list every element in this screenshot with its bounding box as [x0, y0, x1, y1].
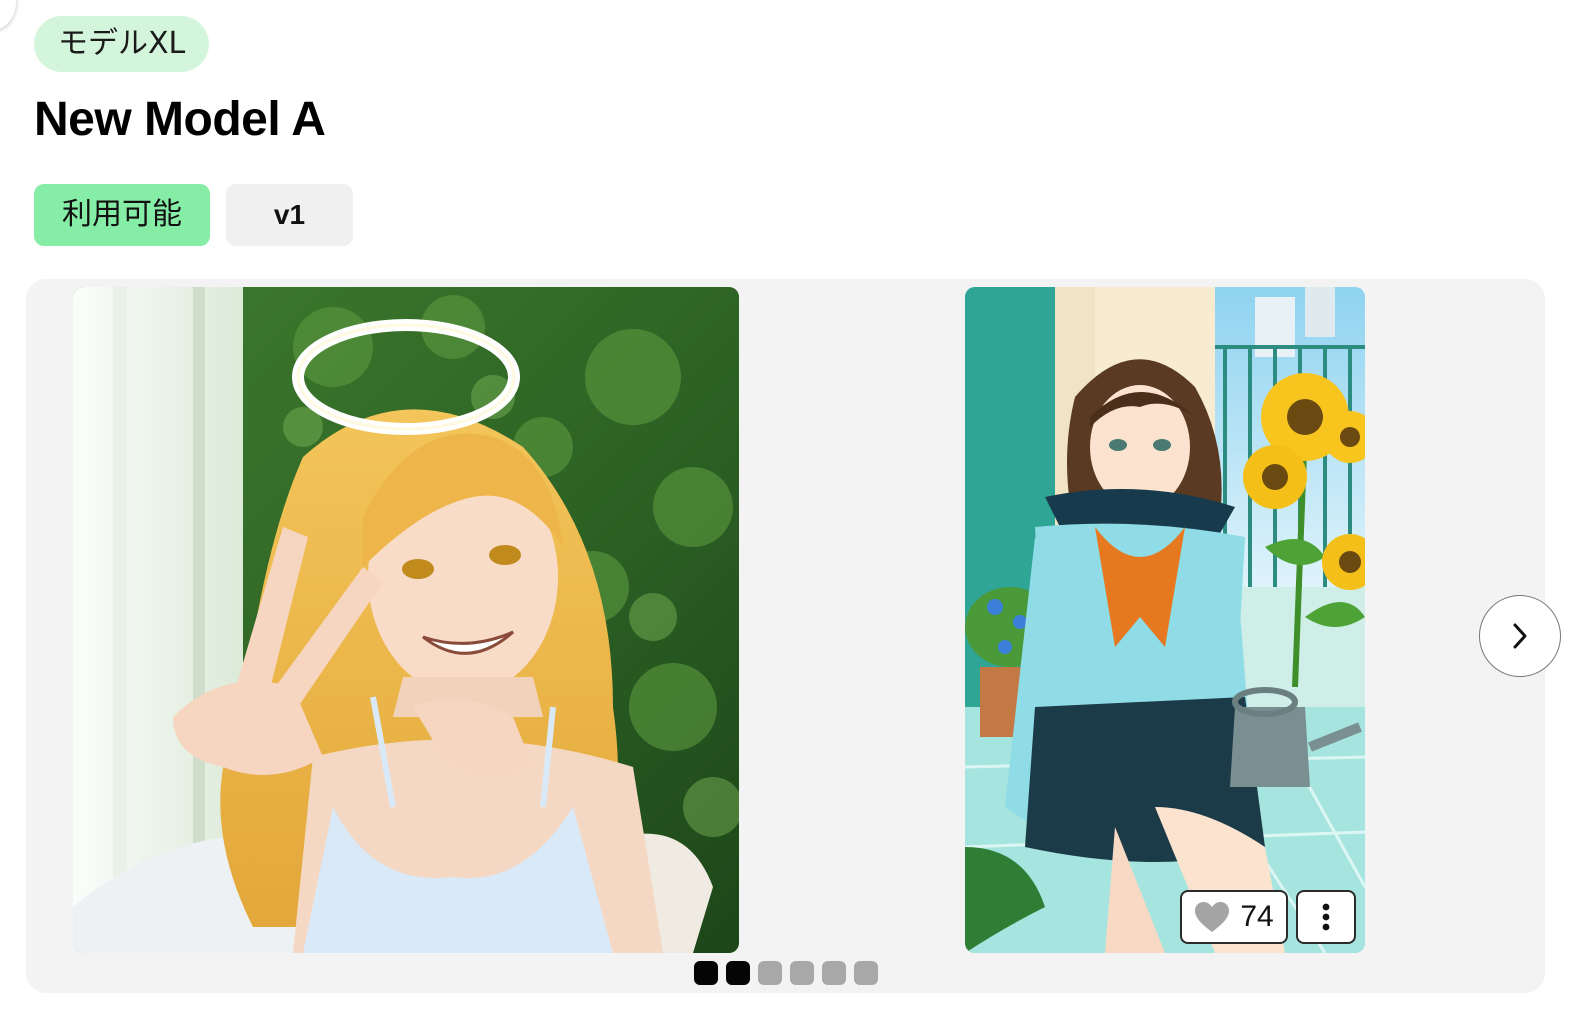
schoolgirl-sunflowers-image	[965, 287, 1365, 953]
carousel-next-button[interactable]	[1479, 595, 1561, 677]
page-title: New Model A	[34, 93, 326, 146]
carousel-dot[interactable]	[854, 961, 878, 985]
carousel-dot[interactable]	[726, 961, 750, 985]
version-badge[interactable]: v1	[226, 184, 353, 246]
chevron-right-icon	[1513, 623, 1527, 649]
carousel-dot[interactable]	[790, 961, 814, 985]
corner-bubble[interactable]	[0, 0, 16, 30]
heart-icon	[1195, 902, 1230, 932]
vertical-dots-icon	[1322, 903, 1330, 931]
carousel-slide-schoolgirl[interactable]: 74	[965, 287, 1365, 953]
more-options-button[interactable]	[1296, 890, 1356, 944]
like-button[interactable]: 74	[1180, 890, 1288, 944]
like-count: 74	[1240, 900, 1274, 933]
carousel-dot[interactable]	[822, 961, 846, 985]
status-badge: 利用可能	[34, 184, 210, 246]
carousel-pagination	[694, 961, 878, 985]
angel-girl-image	[73, 287, 739, 953]
image-carousel[interactable]: 74	[26, 279, 1561, 993]
carousel-dot[interactable]	[694, 961, 718, 985]
model-type-badge: モデルXL	[34, 16, 210, 72]
carousel-slide-angel[interactable]	[73, 287, 739, 953]
carousel-dot[interactable]	[758, 961, 782, 985]
